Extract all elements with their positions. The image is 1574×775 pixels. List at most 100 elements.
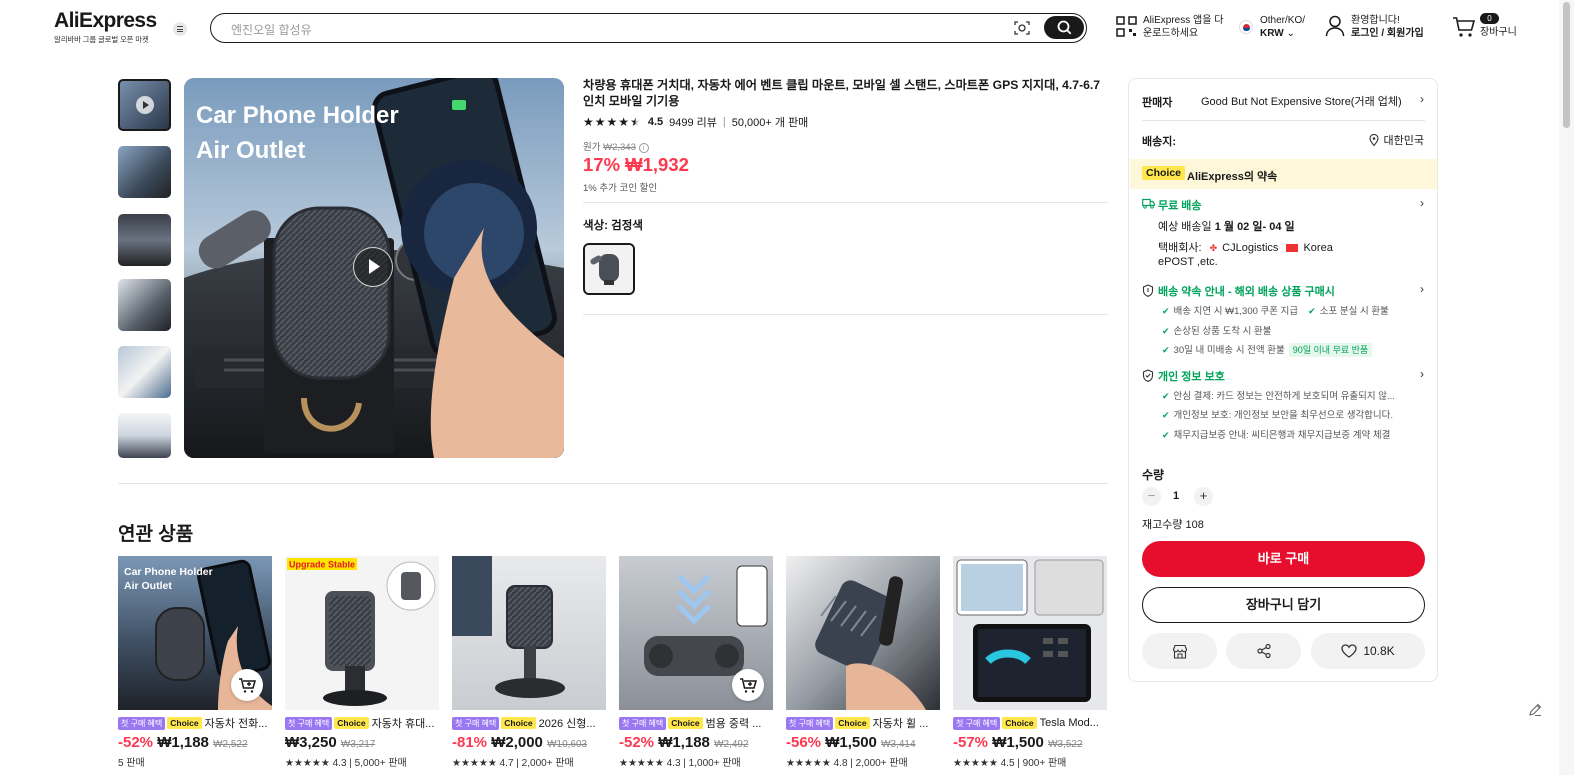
discount: -52%: [118, 734, 154, 751]
stock-count: 재고수량 108: [1142, 519, 1204, 531]
product-image[interactable]: Upgrade Stable: [285, 556, 439, 710]
chevron-right-icon[interactable]: ›: [1420, 92, 1424, 106]
related-product-card[interactable]: 첫 구매 혜택 Choice 범용 중력 ... -52% ₩1,188 ₩2,49…: [619, 556, 773, 769]
app-line2: 운로드하세요: [1143, 28, 1199, 39]
free-shipping-label[interactable]: 무료 배송: [1158, 197, 1202, 213]
product-name[interactable]: 범용 중력 ...: [706, 716, 762, 730]
cart-icon[interactable]: [1452, 16, 1476, 38]
carrier-etc: ePOST ,etc.: [1158, 256, 1218, 268]
stars-icon: ★★★★★: [285, 758, 330, 769]
add-to-cart-button[interactable]: [732, 669, 764, 701]
related-product-card[interactable]: 첫 구매 혜택 Choice 자동차 휠 ... -56% ₩1,500 ₩3,41…: [786, 556, 940, 769]
check-icon: ✔: [1162, 326, 1170, 336]
account-link[interactable]: 환영합니다! 로그인 / 회원가입: [1351, 14, 1424, 40]
ship-to-selector[interactable]: 대한민국: [1368, 132, 1424, 148]
related-product-card[interactable]: 첫 구매 혜택 Choice Tesla Mod... -57% ₩1,500 ₩3…: [953, 556, 1107, 769]
seller-name[interactable]: Good But Not Expensive Store(거래 업체): [1201, 93, 1402, 109]
play-icon: [136, 96, 154, 114]
wishlist-button[interactable]: 10.8K: [1311, 633, 1425, 669]
review-count[interactable]: 9499 리뷰: [669, 114, 717, 130]
scrollbar-thumb[interactable]: [1563, 2, 1570, 128]
cart-label[interactable]: 장바구니: [1480, 26, 1517, 39]
ship-to-country: 대한민국: [1383, 135, 1424, 147]
menu-icon[interactable]: [173, 22, 187, 36]
search-button[interactable]: [1044, 16, 1084, 39]
gallery-thumbnail[interactable]: [118, 214, 171, 266]
logo-text: AliExpress: [54, 9, 157, 32]
image-search-icon[interactable]: [1014, 20, 1030, 36]
sold-count: 2,000+ 판매: [521, 758, 574, 769]
product-image[interactable]: [786, 556, 940, 710]
share-button[interactable]: [1226, 633, 1301, 669]
gallery-thumbnail[interactable]: [118, 146, 171, 198]
gallery-thumbnail[interactable]: [118, 346, 171, 398]
play-icon: [369, 259, 380, 274]
choice-badge: Choice: [1142, 166, 1186, 180]
purchase-panel: 판매자 Good But Not Expensive Store(거래 업체) …: [1128, 78, 1438, 682]
first-purchase-tag: 첫 구매 혜택: [953, 716, 1001, 730]
product-name[interactable]: 자동차 휠 ...: [873, 716, 929, 730]
chevron-right-icon[interactable]: ›: [1420, 282, 1424, 296]
user-icon[interactable]: [1325, 15, 1345, 37]
sold-count: 5 판매: [118, 758, 145, 769]
region-selector[interactable]: Other/KO/ KRW ⌄: [1260, 14, 1305, 40]
chevron-right-icon[interactable]: ›: [1420, 367, 1424, 381]
check-icon: ✔: [1162, 306, 1170, 316]
product-image[interactable]: [452, 556, 606, 710]
gallery-thumbnail-video[interactable]: [118, 79, 171, 131]
store-button[interactable]: [1142, 633, 1217, 669]
related-product-card[interactable]: 첫 구매 혜택 Choice 2026 신형... -81% ₩2,000 ₩10,…: [452, 556, 606, 769]
price: ₩2,000: [491, 734, 543, 751]
shield-icon: [1142, 284, 1154, 297]
gallery-thumbnail[interactable]: [118, 413, 171, 458]
add-to-cart-button[interactable]: [231, 669, 263, 701]
choice-tag: Choice: [167, 717, 202, 729]
product-price: -52% ₩1,188 ₩2,492: [619, 733, 773, 753]
image-text: Air Outlet: [124, 580, 172, 592]
star-rating: ★ ★ ★ ★ ★: [583, 115, 641, 129]
korea-flag-icon: [1239, 20, 1253, 34]
download-app-link[interactable]: AliExpress 앱을 다 운로드하세요: [1143, 14, 1223, 40]
share-icon: [1256, 643, 1271, 659]
color-option-black[interactable]: [583, 243, 635, 295]
related-product-card[interactable]: Car Phone Holder Air Outlet 첫 구매 혜택 Choic…: [118, 556, 272, 769]
rating: 4.7: [499, 758, 514, 769]
separator: |: [722, 116, 726, 128]
info-icon[interactable]: i: [638, 143, 649, 153]
price: ₩1,500: [992, 734, 1044, 751]
sold-count: 2,000+ 판매: [855, 758, 908, 769]
sold-count: 900+ 판매: [1022, 758, 1067, 769]
rating-row[interactable]: ★ ★ ★ ★ ★ 4.5 9499 리뷰 | 50,000+ 개 판매: [583, 114, 808, 130]
quantity-value[interactable]: 1: [1173, 490, 1179, 502]
product-name[interactable]: 자동차 휴대...: [372, 716, 435, 730]
product-price: -52% ₩1,188 ₩2,522: [118, 733, 272, 753]
delivery-guarantee-title[interactable]: 배송 약속 안내 - 해외 배송 상품 구매시: [1158, 283, 1335, 299]
add-to-cart-button[interactable]: 장바구니 담기: [1142, 587, 1425, 623]
product-name[interactable]: 자동차 전화...: [205, 716, 268, 730]
quantity-increase-button[interactable]: +: [1194, 487, 1213, 506]
qr-code-icon[interactable]: [1116, 16, 1137, 37]
seller-label: 판매자: [1142, 97, 1173, 109]
sold-count: 50,000+ 개 판매: [731, 117, 809, 129]
chevron-right-icon[interactable]: ›: [1420, 196, 1424, 210]
gallery-thumbnail[interactable]: [118, 279, 171, 331]
carrier-info: 택배회사: ✤ CJLogistics Korea: [1158, 239, 1333, 255]
rating-sold: ★★★★★ 4.3 | 5,000+ 판매: [285, 758, 407, 769]
buy-now-button[interactable]: 바로 구매: [1142, 541, 1425, 577]
cart-count-badge: 0: [1480, 13, 1499, 24]
page-scrollbar[interactable]: [1559, 0, 1574, 775]
privacy-title[interactable]: 개인 정보 보호: [1158, 368, 1225, 384]
aliexpress-logo[interactable]: AliExpress 알리바바 그룹 글로벌 오픈 마켓: [54, 10, 157, 45]
related-product-card[interactable]: Upgrade Stable 첫 구매 혜택 Choice 자동차 휴대... ₩3…: [285, 556, 439, 769]
product-image[interactable]: Car Phone Holder Air Outlet: [118, 556, 272, 710]
play-video-button[interactable]: [353, 247, 393, 287]
product-image[interactable]: [953, 556, 1107, 710]
product-name[interactable]: 2026 신형...: [539, 716, 596, 730]
sold-count: 1,000+ 판매: [688, 758, 741, 769]
product-name[interactable]: Tesla Mod...: [1040, 717, 1099, 729]
product-image[interactable]: [619, 556, 773, 710]
cj-logo-icon: ✤: [1209, 243, 1218, 253]
feedback-edit-icon[interactable]: [1528, 703, 1542, 717]
search-input[interactable]: 엔진오일 합성유: [231, 21, 312, 38]
quantity-decrease-button[interactable]: −: [1142, 487, 1161, 506]
